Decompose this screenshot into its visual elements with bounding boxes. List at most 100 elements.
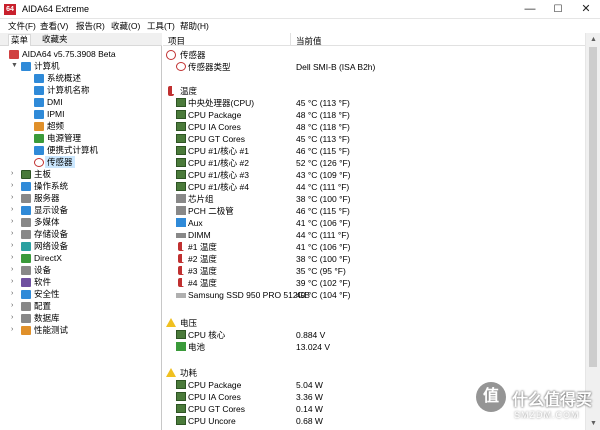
sensor-icon xyxy=(34,158,44,167)
chevron-right-icon[interactable]: › xyxy=(11,276,19,288)
maximize-button[interactable]: ☐ xyxy=(544,0,572,19)
tree-item-label: DMI xyxy=(47,97,63,107)
chip-icon xyxy=(176,380,186,389)
item-label: 电池 xyxy=(188,342,206,352)
smzdm-watermark: 值 什么值得买 SMZDM.COM xyxy=(470,380,600,430)
window-title: AIDA64 Extreme xyxy=(22,4,90,14)
chip-icon xyxy=(176,98,186,107)
item-label: CPU 核心 xyxy=(188,330,226,340)
chevron-right-icon[interactable]: › xyxy=(11,324,19,336)
minimize-button[interactable]: — xyxy=(516,0,544,19)
chip-icon xyxy=(176,170,186,179)
chip-icon xyxy=(176,182,186,191)
item-label: CPU #1/核心 #3 xyxy=(188,170,249,180)
power-icon xyxy=(34,134,44,143)
tree-item-label: 性能测试 xyxy=(34,325,69,335)
item-value: 38 °C (100 °F) xyxy=(296,254,351,264)
section-title: 电压 xyxy=(180,318,198,328)
item-label: PCH 二极管 xyxy=(188,206,234,216)
tree-item-label: 电源管理 xyxy=(47,133,82,143)
menu-report[interactable]: 报告(R) xyxy=(76,20,105,32)
chevron-right-icon[interactable]: › xyxy=(11,300,19,312)
item-value: 3.36 W xyxy=(296,392,323,402)
chevron-down-icon[interactable]: ▼ xyxy=(11,60,19,72)
section-title: 温度 xyxy=(180,86,198,96)
item-value: 39 °C (102 °F) xyxy=(296,278,351,288)
item-label: Aux xyxy=(188,218,203,228)
item-value: 46 °C (115 °F) xyxy=(296,206,350,216)
chevron-right-icon[interactable]: › xyxy=(11,240,19,252)
close-button[interactable]: ✕ xyxy=(572,0,600,19)
item-label: CPU Package xyxy=(188,380,242,390)
tree-item-label: 安全性 xyxy=(34,289,60,299)
chevron-right-icon[interactable]: › xyxy=(11,252,19,264)
item-value: 5.04 W xyxy=(296,380,323,390)
warning-icon xyxy=(166,318,176,327)
tree-item-label: 便携式计算机 xyxy=(47,145,99,155)
section-title: 传感器 xyxy=(180,50,206,60)
tree-item-label: 主板 xyxy=(34,169,52,179)
chevron-right-icon[interactable]: › xyxy=(11,264,19,276)
item-label: 传感器类型 xyxy=(188,62,231,72)
tab-menu[interactable]: 菜单 xyxy=(8,34,32,46)
item-label: #4 温度 xyxy=(188,278,217,288)
item-label: CPU Package xyxy=(188,110,242,120)
scrollbar-thumb[interactable] xyxy=(589,47,597,367)
chip-icon xyxy=(176,416,186,425)
sidebar-tabs: 菜单 收藏夹 xyxy=(0,33,162,46)
database-icon xyxy=(21,314,31,323)
chevron-right-icon[interactable]: › xyxy=(11,192,19,204)
menu-view[interactable]: 查看(V) xyxy=(40,20,68,32)
tree-item-label: 网络设备 xyxy=(34,241,69,251)
tree-item-label: AIDA64 v5.75.3908 Beta xyxy=(22,49,116,59)
menu-favorites[interactable]: 收藏(O) xyxy=(111,20,140,32)
item-label: CPU IA Cores xyxy=(188,122,241,132)
menu-help[interactable]: 帮助(H) xyxy=(180,20,209,32)
tree-item-label: 配置 xyxy=(34,301,52,311)
tab-favorites[interactable]: 收藏夹 xyxy=(40,34,70,46)
chevron-right-icon[interactable]: › xyxy=(11,312,19,324)
item-label: CPU IA Cores xyxy=(188,392,241,402)
item-label: #1 温度 xyxy=(188,242,217,252)
chip-icon xyxy=(176,392,186,401)
thermometer-icon xyxy=(178,278,184,287)
aida-icon xyxy=(9,50,19,59)
battery-icon xyxy=(176,342,186,351)
item-label: CPU #1/核心 #1 xyxy=(188,146,249,156)
tree-item-label: 数据库 xyxy=(34,313,60,323)
tree-item-label: 操作系统 xyxy=(34,181,69,191)
storage-icon xyxy=(21,230,31,239)
tree-item-label: 计算机 xyxy=(34,61,60,71)
chevron-right-icon[interactable]: › xyxy=(11,288,19,300)
chevron-right-icon[interactable]: › xyxy=(11,228,19,240)
smzdm-logo-icon: 值 xyxy=(476,382,506,412)
item-value: 52 °C (126 °F) xyxy=(296,158,351,168)
chevron-right-icon[interactable]: › xyxy=(11,168,19,180)
devices-icon xyxy=(21,266,31,275)
server-icon xyxy=(21,194,31,203)
item-value: Dell SMI-B (ISA B2h) xyxy=(296,62,376,72)
chevron-right-icon[interactable]: › xyxy=(11,180,19,192)
tree-item-label: 多媒体 xyxy=(34,217,60,227)
chevron-right-icon[interactable]: › xyxy=(11,216,19,228)
item-value: 43 °C (109 °F) xyxy=(296,170,351,180)
config-icon xyxy=(21,302,31,311)
sensor-icon xyxy=(176,62,186,71)
item-value: 45 °C (113 °F) xyxy=(296,98,350,108)
sensor-list: 传感器 传感器类型 Dell SMI-B (ISA B2h) 温度 中央处理器(… xyxy=(163,46,585,430)
navigation-tree: AIDA64 v5.75.3908 Beta ▼ 计算机 系统概述 计算机名称 … xyxy=(0,46,162,430)
chip-icon xyxy=(176,158,186,167)
item-value: 41 °C (106 °F) xyxy=(296,218,351,228)
scroll-up-icon[interactable]: ▲ xyxy=(586,33,600,46)
menu-tools[interactable]: 工具(T) xyxy=(147,20,175,32)
menu-file[interactable]: 文件(F) xyxy=(8,20,36,32)
chevron-right-icon[interactable]: › xyxy=(11,204,19,216)
tree-item-label: 服务器 xyxy=(34,193,60,203)
watermark-subtext: SMZDM.COM xyxy=(514,410,580,420)
column-divider[interactable] xyxy=(290,33,291,46)
item-value: 44 °C (111 °F) xyxy=(296,230,350,240)
item-label: CPU GT Cores xyxy=(188,134,245,144)
item-label: Samsung SSD 950 PRO 512GB xyxy=(188,290,310,300)
tree-item-label: 系统概述 xyxy=(47,73,82,83)
vertical-scrollbar[interactable]: ▲ ▼ xyxy=(585,33,600,430)
